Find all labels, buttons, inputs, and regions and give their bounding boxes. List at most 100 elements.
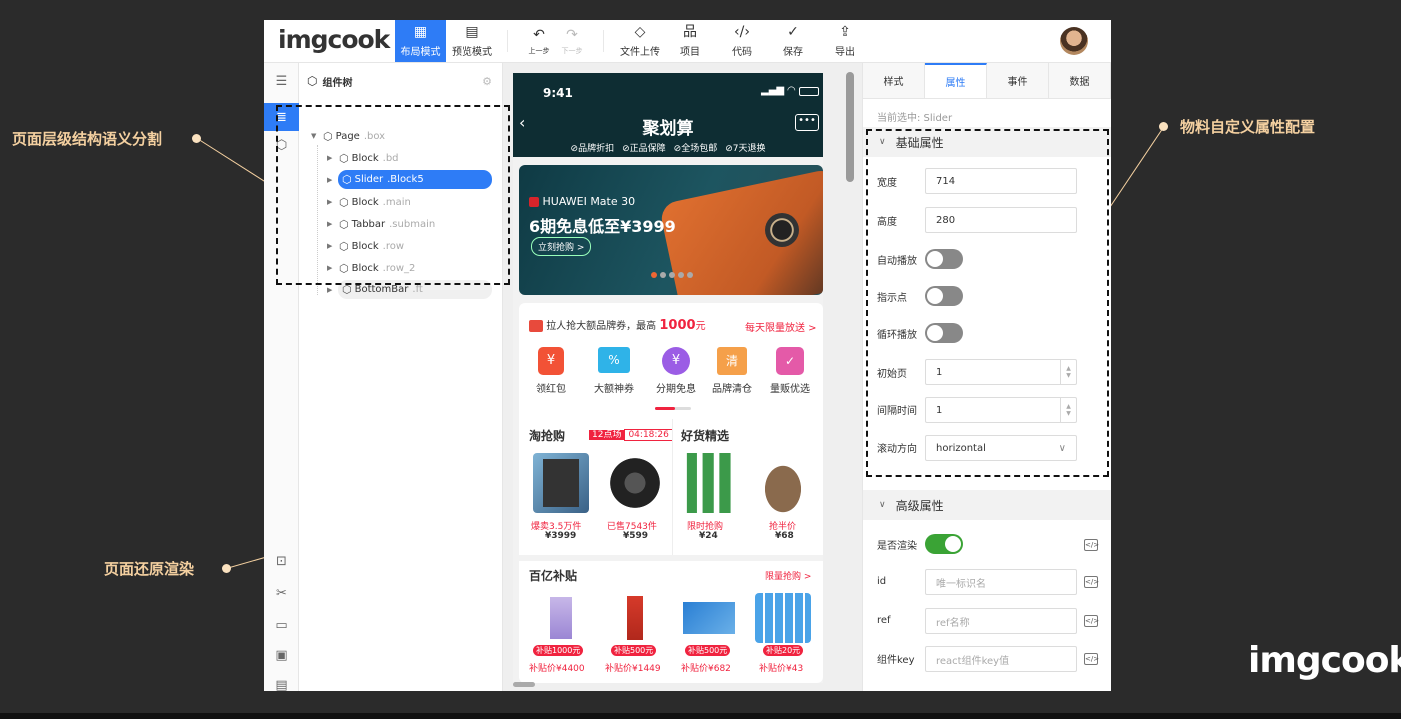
service-label: 全场包邮	[681, 143, 718, 154]
undo-icon: ↶	[533, 26, 545, 43]
image-icon[interactable]: ▭	[264, 611, 299, 639]
banner-cta-button[interactable]: 立刻抢购 >	[531, 237, 592, 256]
export-icon: ⇪	[839, 24, 851, 40]
annotation-dot	[192, 134, 201, 143]
code-binding-icon[interactable]: </>	[1084, 576, 1099, 588]
layout-icon: ▦	[413, 24, 428, 40]
brand-text: HUAWEI Mate 30	[542, 195, 636, 208]
file-upload-button[interactable]: ◇ 文件上传	[616, 20, 664, 62]
export-button[interactable]: ⇪ 导出	[830, 20, 860, 62]
id-label: id	[877, 575, 887, 587]
tree-title: 组件树	[322, 77, 353, 89]
tab-events[interactable]: 事件	[987, 63, 1049, 98]
bulk-buy-icon: ✓	[776, 347, 804, 375]
tab-style[interactable]: 样式	[863, 63, 925, 98]
tv-product-image[interactable]	[681, 593, 737, 643]
avatar[interactable]	[1060, 27, 1088, 55]
node-class: .ft	[412, 284, 423, 295]
layout-mode-label: 布局模式	[400, 47, 441, 58]
category-item[interactable]: % 大额神券	[589, 347, 639, 395]
slider-banner[interactable]: HUAWEI Mate 30 6期免息低至¥3999 立刻抢购 >	[519, 165, 823, 295]
redo-button[interactable]: ↷ 下一步	[559, 20, 585, 62]
subsidy-badge: 补贴20元	[763, 645, 804, 656]
phone-nav-bar: ‹ 聚划算 •••	[513, 111, 823, 139]
robot-vacuum-image[interactable]	[607, 453, 663, 513]
service-item: ⊘正品保障	[622, 143, 666, 154]
save-button[interactable]: ✓ 保存	[778, 20, 808, 62]
code-label: 代码	[732, 47, 752, 58]
subsidy-price: 补贴价¥43	[759, 664, 804, 674]
redo-icon: ↷	[566, 26, 578, 43]
promo-row[interactable]: 拉人抢大额品牌券，最高 1000元	[529, 317, 706, 333]
slider-dot	[660, 272, 666, 278]
liquor-product-image[interactable]	[607, 593, 663, 643]
screenshot-icon[interactable]: ▣	[264, 641, 299, 669]
imgcook-app: imgcook ▦ 布局模式 ▤ 预览模式 ↶ 上一步 ↷ 下一步 ◇ 文件上传…	[264, 20, 1111, 691]
service-strip: ⊘品牌折扣 ⊘正品保障 ⊘全场包邮 ⊘7天退换	[513, 137, 823, 157]
tissue-product-image[interactable]	[755, 593, 811, 643]
tab-data[interactable]: 数据	[1049, 63, 1111, 98]
render-canvas[interactable]: 9:41 ▂▄▆ ◠ ‹ 聚划算 ••• ⊘品牌折扣 ⊘正品保障 ⊘全场包邮 ⊘…	[503, 63, 862, 691]
iphone-product-image[interactable]	[533, 593, 589, 643]
project-icon: 品	[683, 24, 697, 40]
project-button[interactable]: 品 项目	[675, 20, 705, 62]
product-price: ¥3999	[545, 531, 577, 541]
ref-input[interactable]: ref名称	[925, 608, 1077, 634]
layout-mode-button[interactable]: ▦ 布局模式	[395, 20, 446, 62]
category-item[interactable]: ✓ 量贩优选	[765, 347, 815, 395]
undo-button[interactable]: ↶ 上一步	[526, 20, 552, 62]
annotation-dot	[222, 564, 231, 573]
ref-label: ref	[877, 614, 891, 626]
red-packet-icon: ¥	[538, 347, 564, 375]
code-binding-icon[interactable]: </>	[1084, 615, 1099, 627]
water-bottles-image[interactable]	[681, 453, 737, 513]
battery-icon	[799, 87, 819, 96]
status-time: 9:41	[543, 86, 573, 100]
tools-icon[interactable]: ✂	[264, 579, 299, 607]
key-input[interactable]: react组件key值	[925, 646, 1077, 672]
flash-badge: 12点场 04:18:26	[589, 427, 673, 441]
subsidy-link[interactable]: 限量抢购 >	[765, 569, 811, 582]
preview-icon: ▤	[465, 24, 479, 40]
render-label: 是否渲染	[877, 540, 917, 552]
code-button[interactable]: ‹/› 代码	[727, 20, 757, 62]
slider-dots	[651, 272, 693, 278]
id-input[interactable]: 唯一标识名	[925, 569, 1077, 595]
service-item: ⊘7天退换	[725, 143, 766, 154]
code-block-icon[interactable]: ⊡	[264, 547, 299, 575]
code-icon: ‹/›	[734, 24, 750, 40]
key-label: 组件key	[877, 654, 915, 666]
bottom-strip	[0, 713, 1401, 719]
huawei-logo-icon	[529, 197, 539, 207]
tree-settings-icon[interactable]: ⚙	[482, 75, 492, 88]
canvas-horizontal-scrollbar[interactable]	[513, 682, 535, 687]
category-item[interactable]: ¥ 领红包	[531, 347, 571, 395]
category-item[interactable]: ¥ 分期免息	[651, 347, 701, 395]
promo-amount: 1000	[659, 318, 696, 333]
props-highlight-box	[866, 129, 1109, 477]
render-toggle[interactable]	[925, 534, 963, 554]
advanced-props-header[interactable]: ∨ 高级属性	[863, 490, 1111, 520]
ipad-product-image[interactable]	[533, 453, 589, 513]
canvas-vertical-scrollbar[interactable]	[846, 72, 854, 182]
code-binding-icon[interactable]: </>	[1084, 539, 1099, 551]
promo-link[interactable]: 每天限量放送 >	[745, 319, 817, 334]
page-heading: 聚划算	[642, 119, 694, 139]
more-icon[interactable]: •••	[795, 114, 819, 131]
advanced-props-title: 高级属性	[895, 498, 944, 513]
bread-maker-image[interactable]	[755, 453, 811, 513]
section-goods-title: 好货精选	[681, 429, 730, 443]
document-icon[interactable]: ▤	[264, 671, 299, 692]
toolbar-divider	[603, 30, 604, 52]
tab-props[interactable]: 属性	[925, 63, 987, 98]
code-binding-icon[interactable]: </>	[1084, 653, 1099, 665]
coupon-ticket-icon: %	[598, 347, 630, 373]
category-item[interactable]: 清 品牌清仓	[707, 347, 757, 395]
diamond-icon: ◇	[634, 24, 646, 40]
toolbar: imgcook ▦ 布局模式 ▤ 预览模式 ↶ 上一步 ↷ 下一步 ◇ 文件上传…	[264, 20, 1111, 63]
preview-mode-button[interactable]: ▤ 预览模式	[448, 20, 496, 62]
menu-icon[interactable]: ☰	[264, 67, 299, 95]
subsidy-badge: 补贴500元	[685, 645, 731, 656]
undo-label: 上一步	[528, 46, 550, 55]
